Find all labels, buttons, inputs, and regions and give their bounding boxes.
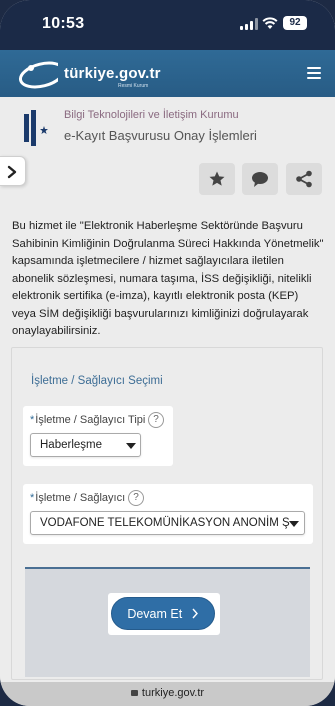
clock: 10:53 (42, 15, 85, 32)
service-description: Bu hizmet ile "Elektronik Haberleşme Sek… (12, 220, 324, 337)
btk-logo-icon (24, 110, 48, 146)
share-icon (296, 170, 312, 188)
provider-select[interactable]: VODAFONE TELEKOMÜNİKASYON ANONİM Ş (30, 511, 305, 535)
page-content: Bilgi Teknolojileri ve İletişim Kurumu e… (0, 97, 335, 682)
site-header: türkiye.gov.tr Resmi Kurum (0, 50, 335, 97)
help-icon[interactable]: ? (148, 412, 164, 428)
cellular-signal-icon (240, 18, 258, 30)
chevron-right-icon (7, 165, 17, 179)
site-tagline: Resmi Kurum (118, 83, 149, 89)
submit-wrapper: Devam Et (108, 593, 220, 635)
help-icon[interactable]: ? (128, 490, 144, 506)
lock-icon (130, 690, 138, 696)
caret-down-icon (126, 443, 136, 449)
hamburger-menu-icon[interactable] (307, 67, 321, 79)
star-icon (209, 171, 225, 186)
provider-label: *İşletme / Sağlayıcı (30, 492, 126, 504)
favorite-button[interactable] (199, 163, 235, 195)
comment-button[interactable] (242, 163, 278, 195)
provider-type-select[interactable]: Haberleşme (30, 433, 141, 457)
side-panel-toggle[interactable] (0, 156, 26, 186)
caret-down-icon (289, 521, 299, 527)
page-title: e-Kayıt Başvurusu Onay İşlemleri (64, 128, 257, 143)
section-title: İşletme / Sağlayıcı Seçimi (31, 375, 163, 387)
share-button[interactable] (286, 163, 322, 195)
continue-button[interactable]: Devam Et (111, 597, 215, 630)
institution-name: Bilgi Teknolojileri ve İletişim Kurumu (64, 109, 239, 121)
provider-type-field: *İşletme / Sağlayıcı Tipi ? Haberleşme (23, 406, 173, 466)
turkiye-gov-logo[interactable]: türkiye.gov.tr Resmi Kurum (18, 56, 178, 92)
url-text: turkiye.gov.tr (141, 687, 205, 699)
form-actions: Devam Et (25, 567, 310, 677)
wifi-icon (262, 17, 278, 29)
provider-type-label: *İşletme / Sağlayıcı Tipi (30, 414, 146, 426)
browser-url-bar[interactable]: turkiye.gov.tr (0, 682, 335, 706)
provider-selection-form: İşletme / Sağlayıcı Seçimi *İşletme / Sa… (11, 347, 323, 680)
status-bar: 10:53 92 (0, 0, 335, 50)
battery-icon: 92 (283, 16, 307, 30)
comment-icon (252, 172, 268, 187)
chevron-right-icon (192, 608, 198, 619)
crescent-logo-icon (18, 61, 58, 89)
site-name: türkiye.gov.tr (64, 65, 161, 82)
phone-screen: 10:53 92 türkiye.gov.tr Resmi Kurum Bilg… (0, 0, 335, 706)
provider-field: *İşletme / Sağlayıcı ? VODAFONE TELEKOMÜ… (23, 484, 313, 544)
